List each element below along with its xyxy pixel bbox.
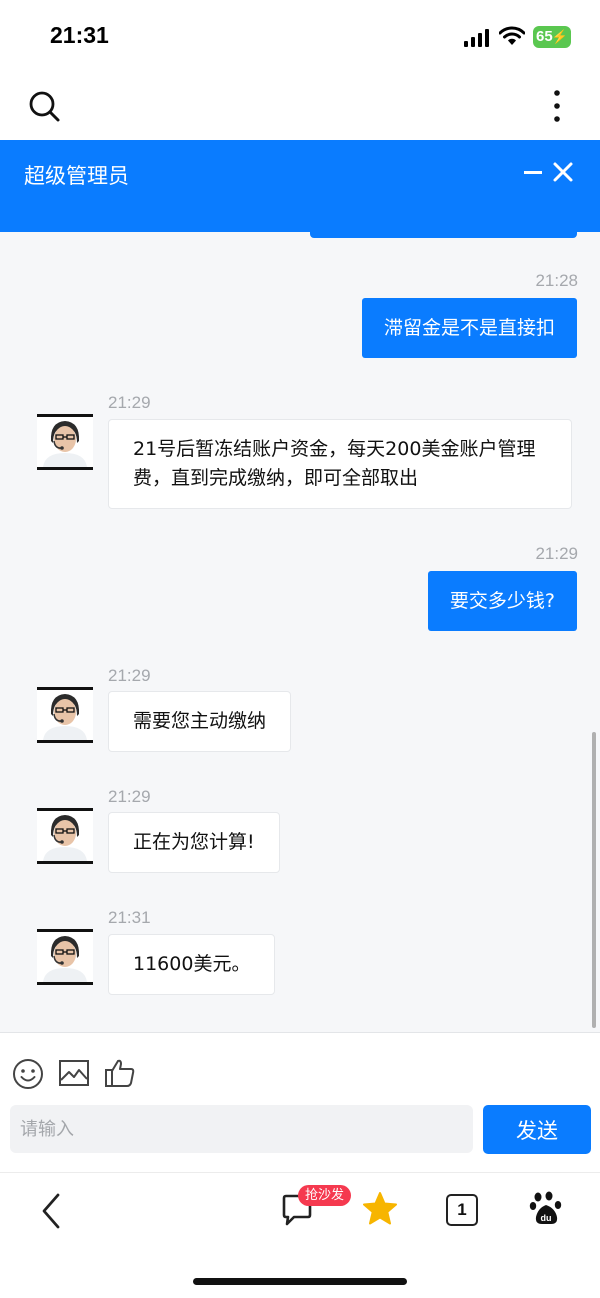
status-time: 21:31 <box>50 22 109 48</box>
search-icon[interactable] <box>28 90 62 124</box>
more-vertical-icon[interactable] <box>548 90 566 124</box>
message-time: 21:28 <box>535 271 578 290</box>
sofa-badge[interactable]: 抢沙发 <box>298 1185 352 1206</box>
paw-icon[interactable]: du <box>529 1191 563 1227</box>
message-bubble-out: 要交多少钱? <box>427 571 577 631</box>
avatar <box>37 929 93 985</box>
minimize-icon[interactable] <box>524 170 544 176</box>
message-bubble-out: 滞留金是不是直接扣 <box>361 298 577 358</box>
message-bubble-in: 11600美元。 <box>108 934 276 995</box>
image-icon[interactable] <box>58 1058 90 1088</box>
message-input[interactable] <box>10 1105 473 1153</box>
scrollbar[interactable] <box>592 732 596 1028</box>
chat-title: 超级管理员 <box>24 164 129 188</box>
agent-avatar-icon <box>43 936 87 982</box>
smile-icon[interactable] <box>12 1058 44 1090</box>
message-list[interactable]: 21:28 滞留金是不是直接扣 21:29 21号后暂冻结账户资金，每天200美… <box>0 232 600 1032</box>
back-icon[interactable] <box>38 1191 64 1231</box>
avatar <box>37 687 93 743</box>
home-indicator <box>193 1278 407 1285</box>
avatar <box>37 414 93 470</box>
message-composer: 发送 <box>0 1032 600 1172</box>
like-icon[interactable] <box>104 1057 136 1089</box>
browser-toolbar <box>0 76 600 140</box>
status-bar: 21:31 65 ⚡ <box>0 0 600 76</box>
page: 21:31 65 ⚡ 超级管理员 21:28 滞留金是不是直接扣 21:29 2… <box>0 0 600 1298</box>
message-time: 21:29 <box>108 393 151 412</box>
close-icon[interactable] <box>552 161 574 183</box>
message-bubble-in: 正在为您计算! <box>108 812 280 873</box>
message-bubble-partial <box>310 232 577 238</box>
message-time: 21:29 <box>108 666 151 685</box>
message-time: 21:29 <box>108 787 151 806</box>
agent-avatar-icon <box>43 694 87 740</box>
agent-avatar-icon <box>43 815 87 861</box>
svg-text:du: du <box>541 1213 552 1223</box>
bottom-nav: 抢沙发 1 du <box>0 1172 600 1298</box>
wifi-icon <box>499 26 525 45</box>
battery-indicator: 65 ⚡ <box>533 26 571 48</box>
message-time: 21:29 <box>535 544 578 563</box>
battery-level: 65 <box>536 28 553 45</box>
star-icon[interactable] <box>362 1191 398 1227</box>
avatar <box>37 808 93 864</box>
agent-avatar-icon <box>43 421 87 467</box>
message-time: 21:31 <box>108 908 151 927</box>
chat-header: 超级管理员 <box>0 140 600 232</box>
send-button[interactable]: 发送 <box>483 1105 591 1154</box>
message-bubble-in: 21号后暂冻结账户资金，每天200美金账户管理费，直到完成缴纳，即可全部取出 <box>108 419 572 509</box>
charging-icon: ⚡ <box>551 29 568 44</box>
signal-icon <box>464 29 489 47</box>
message-bubble-in: 需要您主动缴纳 <box>108 691 292 752</box>
tabs-icon[interactable]: 1 <box>446 1194 478 1226</box>
